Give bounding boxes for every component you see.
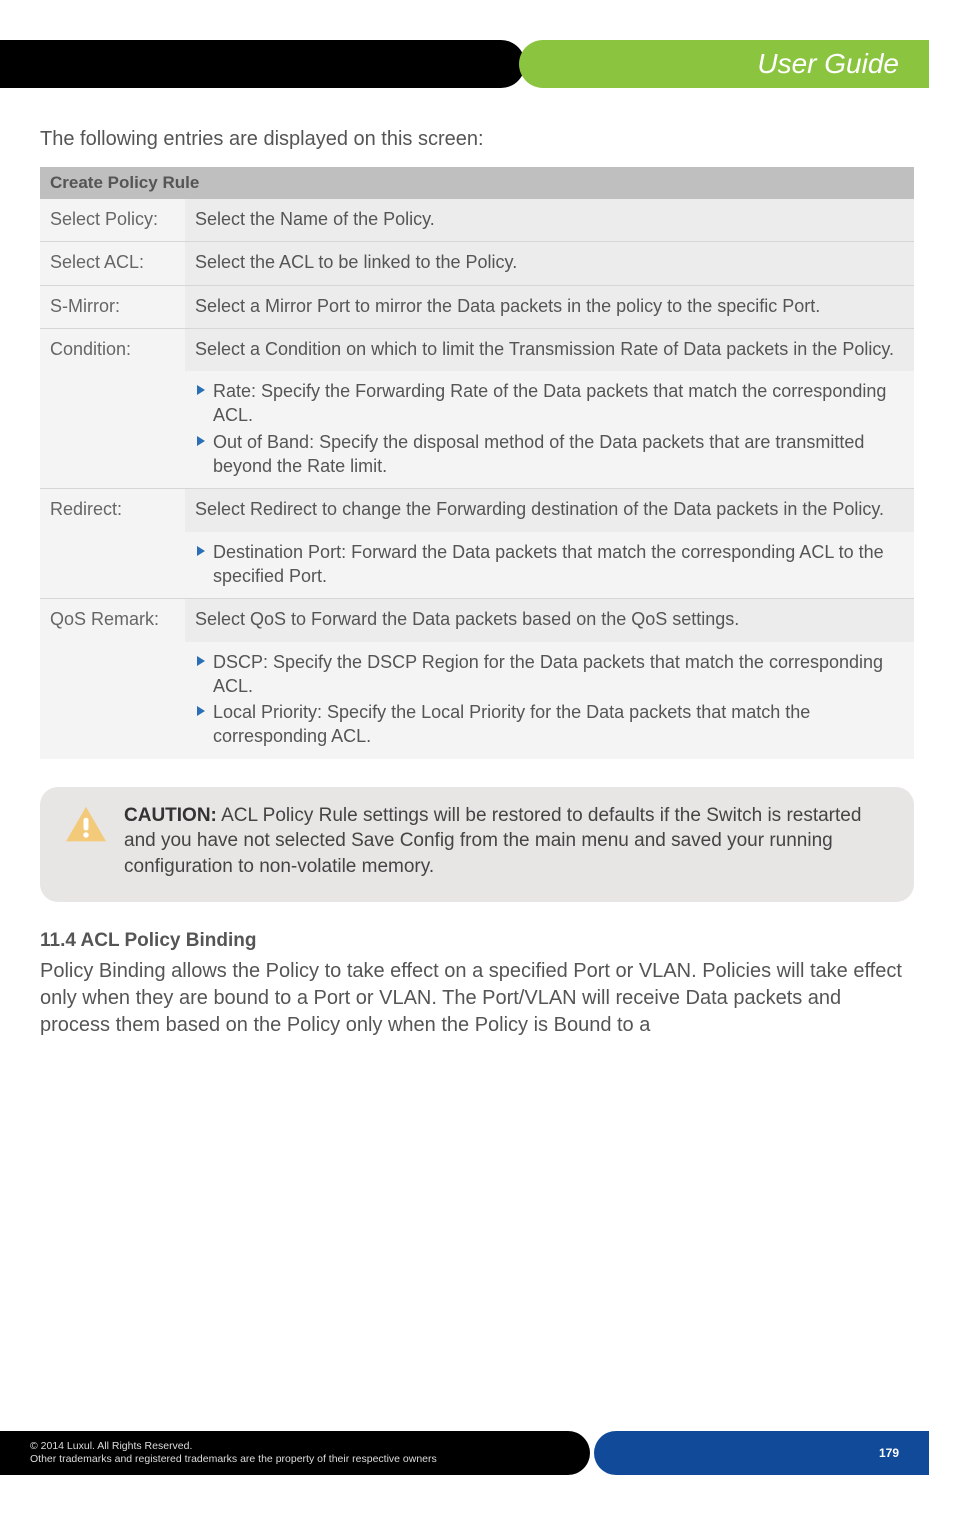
row-desc: Select QoS to Forward the Data packets b… xyxy=(185,599,914,642)
policy-rule-table: Create Policy Rule Select Policy: Select… xyxy=(40,167,914,759)
caution-label: CAUTION: xyxy=(124,805,217,826)
bullet-text: DSCP: Specify the DSCP Region for the Da… xyxy=(213,650,904,699)
table-row: Redirect: Select Redirect to change the … xyxy=(40,489,914,532)
bullet-item: DSCP: Specify the DSCP Region for the Da… xyxy=(195,650,904,699)
row-label: QoS Remark: xyxy=(40,599,185,759)
table-row: Select Policy: Select the Name of the Po… xyxy=(40,199,914,242)
table-row: S-Mirror: Select a Mirror Port to mirror… xyxy=(40,285,914,328)
bullet-text: Rate: Specify the Forwarding Rate of the… xyxy=(213,379,904,428)
row-label: Select ACL: xyxy=(40,242,185,285)
header-black-band xyxy=(0,40,525,88)
bullet-triangle-icon xyxy=(197,656,205,666)
page-content: The following entries are displayed on t… xyxy=(0,110,954,1039)
row-desc: Select the ACL to be linked to the Polic… xyxy=(185,242,914,285)
caution-text: CAUTION: ACL Policy Rule settings will b… xyxy=(124,803,890,880)
bullet-text: Out of Band: Specify the disposal method… xyxy=(213,430,904,479)
page-footer: © 2014 Luxul. All Rights Reserved. Other… xyxy=(0,1431,954,1475)
bullet-triangle-icon xyxy=(197,546,205,556)
bullet-text: Destination Port: Forward the Data packe… xyxy=(213,540,904,589)
row-label: S-Mirror: xyxy=(40,285,185,328)
bullet-triangle-icon xyxy=(197,706,205,716)
table-row: Condition: Select a Condition on which t… xyxy=(40,328,914,371)
bullet-triangle-icon xyxy=(197,385,205,395)
bullet-triangle-icon xyxy=(197,436,205,446)
footer-black-band: © 2014 Luxul. All Rights Reserved. Other… xyxy=(0,1431,590,1475)
footer-blue-band: 179 xyxy=(594,1431,929,1475)
table-header-cell: Create Policy Rule xyxy=(40,167,914,199)
row-bullets: DSCP: Specify the DSCP Region for the Da… xyxy=(185,642,914,759)
section-body: Policy Binding allows the Policy to take… xyxy=(40,958,914,1039)
row-bullets: Rate: Specify the Forwarding Rate of the… xyxy=(185,371,914,489)
guide-title: User Guide xyxy=(757,48,899,80)
table-row: QoS Remark: Select QoS to Forward the Da… xyxy=(40,599,914,642)
row-bullets: Destination Port: Forward the Data packe… xyxy=(185,532,914,599)
caution-callout: CAUTION: ACL Policy Rule settings will b… xyxy=(40,787,914,902)
bullet-text: Local Priority: Specify the Local Priori… xyxy=(213,700,904,749)
header-bar: User Guide xyxy=(0,40,954,110)
section-heading: 11.4 ACL Policy Binding xyxy=(40,930,914,952)
page-number: 179 xyxy=(879,1446,899,1460)
row-desc: Select the Name of the Policy. xyxy=(185,199,914,242)
table-header-row: Create Policy Rule xyxy=(40,167,914,199)
row-label: Redirect: xyxy=(40,489,185,599)
caution-body: ACL Policy Rule settings will be restore… xyxy=(124,805,861,877)
footer-copyright: © 2014 Luxul. All Rights Reserved. xyxy=(30,1440,574,1453)
bullet-item: Destination Port: Forward the Data packe… xyxy=(195,540,904,589)
header-green-band: User Guide xyxy=(519,40,929,88)
footer-trademark: Other trademarks and registered trademar… xyxy=(30,1453,574,1466)
row-label: Condition: xyxy=(40,328,185,488)
bullet-item: Rate: Specify the Forwarding Rate of the… xyxy=(195,379,904,428)
table-row: Select ACL: Select the ACL to be linked … xyxy=(40,242,914,285)
warning-triangle-icon xyxy=(64,805,108,850)
row-desc: Select a Mirror Port to mirror the Data … xyxy=(185,285,914,328)
bullet-item: Out of Band: Specify the disposal method… xyxy=(195,430,904,479)
row-desc: Select Redirect to change the Forwarding… xyxy=(185,489,914,532)
bullet-item: Local Priority: Specify the Local Priori… xyxy=(195,700,904,749)
row-label: Select Policy: xyxy=(40,199,185,242)
intro-text: The following entries are displayed on t… xyxy=(40,128,914,151)
row-desc: Select a Condition on which to limit the… xyxy=(185,328,914,371)
